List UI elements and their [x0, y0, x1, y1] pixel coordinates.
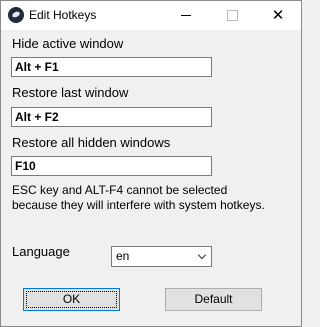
- chevron-down-icon: [197, 250, 207, 260]
- hide-window-label: Hide active window: [12, 36, 124, 51]
- restore-all-hotkey-field[interactable]: F10: [11, 156, 212, 176]
- maximize-icon: [226, 10, 238, 21]
- restore-all-label: Restore all hidden windows: [12, 135, 171, 150]
- language-label: Language: [12, 244, 70, 259]
- note-line-2: because they will interfere with system …: [12, 198, 265, 212]
- close-button[interactable]: ✕: [255, 1, 301, 30]
- note-line-1: ESC key and ALT-F4 cannot be selected: [12, 183, 228, 197]
- hotkey-restriction-note: ESC key and ALT-F4 cannot be selected be…: [12, 183, 297, 213]
- language-select[interactable]: en: [111, 246, 212, 267]
- title-bar[interactable]: Edit Hotkeys ✕: [1, 1, 301, 30]
- default-button[interactable]: Default: [165, 288, 262, 311]
- hide-window-hotkey-field[interactable]: Alt + F1: [11, 57, 212, 77]
- language-select-value: en: [116, 249, 130, 263]
- edit-hotkeys-dialog: Edit Hotkeys ✕ Hide active window Alt + …: [0, 0, 302, 327]
- maximize-button[interactable]: [209, 1, 255, 30]
- restore-last-label: Restore last window: [12, 85, 129, 100]
- ok-button[interactable]: OK: [23, 288, 120, 311]
- ok-button-label: OK: [26, 291, 117, 308]
- restore-last-hotkey-field[interactable]: Alt + F2: [11, 107, 212, 127]
- minimize-icon: [181, 15, 191, 16]
- minimize-button[interactable]: [163, 1, 209, 30]
- close-icon: ✕: [271, 6, 285, 24]
- window-title: Edit Hotkeys: [29, 8, 97, 22]
- app-icon: [8, 7, 24, 23]
